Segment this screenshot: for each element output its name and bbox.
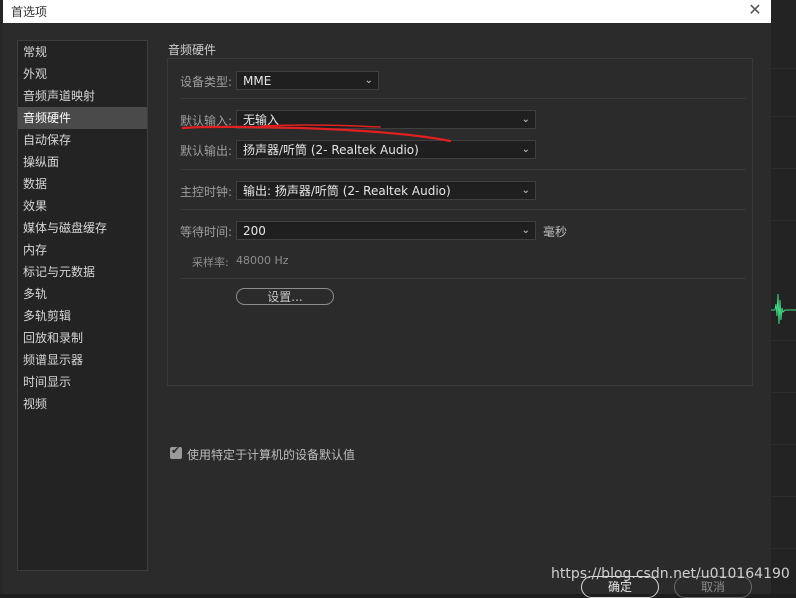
chevron-down-icon: ⌄ <box>521 225 530 236</box>
default-output-dropdown[interactable]: 扬声器/听筒 (2- Realtek Audio) ⌄ <box>236 140 536 159</box>
latency-label: 等待时间: <box>180 225 233 239</box>
sample-rate-value: 48000 Hz <box>236 254 289 267</box>
sidebar-item[interactable]: 常规 <box>18 41 147 63</box>
sidebar-item[interactable]: 外观 <box>18 63 147 85</box>
default-input-value: 无输入 <box>243 113 280 127</box>
sidebar-item[interactable]: 多轨剪辑 <box>18 305 147 327</box>
close-icon[interactable]: ✕ <box>747 0 763 22</box>
master-clock-label: 主控时钟: <box>180 185 233 199</box>
master-clock-dropdown[interactable]: 输出: 扬声器/听筒 (2- Realtek Audio) ⌄ <box>236 181 536 200</box>
chevron-down-icon: ⌄ <box>521 144 530 155</box>
latency-dropdown[interactable]: 200 ⌄ <box>236 221 536 240</box>
chevron-down-icon: ⌄ <box>364 75 373 86</box>
timeline-gridline <box>771 496 796 497</box>
divider <box>180 98 746 99</box>
sidebar-item[interactable]: 时间显示 <box>18 371 147 393</box>
section-title: 音频硬件 <box>168 43 217 57</box>
timeline-gridline <box>771 168 796 169</box>
watermark: https://blog.csdn.net/u010164190 <box>551 566 790 582</box>
latency-unit: 毫秒 <box>543 225 568 239</box>
sample-rate-label: 采样率: <box>192 256 229 269</box>
timeline-gridline <box>771 116 796 117</box>
chevron-down-icon: ⌄ <box>521 185 530 196</box>
default-output-label: 默认输出: <box>180 144 233 158</box>
audio-waveform <box>771 293 796 325</box>
sidebar-item[interactable]: 内存 <box>18 239 147 261</box>
divider <box>180 169 746 170</box>
sidebar-item[interactable]: 数据 <box>18 173 147 195</box>
sidebar-item[interactable]: 回放和录制 <box>18 327 147 349</box>
divider <box>180 278 746 279</box>
sidebar-item[interactable]: 标记与元数据 <box>18 261 147 283</box>
default-input-label: 默认输入: <box>180 114 233 128</box>
chevron-down-icon: ⌄ <box>521 114 530 125</box>
divider <box>180 209 746 210</box>
default-output-value: 扬声器/听筒 (2- Realtek Audio) <box>243 143 419 157</box>
checkmark-icon: ✔ <box>171 444 181 457</box>
sidebar-item[interactable]: 音频声道映射 <box>18 85 147 107</box>
timeline-gridline <box>771 548 796 549</box>
master-clock-value: 输出: 扬声器/听筒 (2- Realtek Audio) <box>243 184 451 198</box>
window-title: 首选项 <box>11 5 48 19</box>
sidebar-item[interactable]: 音频硬件 <box>18 107 147 129</box>
device-type-value: MME <box>243 74 272 88</box>
use-computer-defaults-checkbox[interactable]: ✔ <box>170 444 182 459</box>
timeline-gridline <box>771 392 796 393</box>
use-computer-defaults-label: 使用特定于计算机的设备默认值 <box>187 448 356 462</box>
device-type-label: 设备类型: <box>180 75 233 89</box>
timeline-gridline <box>771 68 796 69</box>
sidebar-item[interactable]: 自动保存 <box>18 129 147 151</box>
sidebar-item[interactable]: 媒体与磁盘缓存 <box>18 217 147 239</box>
sidebar-item[interactable]: 操纵面 <box>18 151 147 173</box>
background-app-panel <box>771 0 796 594</box>
timeline-gridline <box>771 444 796 445</box>
device-type-dropdown[interactable]: MME ⌄ <box>236 71 379 90</box>
sidebar-item[interactable]: 效果 <box>18 195 147 217</box>
default-input-dropdown[interactable]: 无输入 ⌄ <box>236 110 536 129</box>
preferences-category-list: 常规 外观 音频声道映射 音频硬件 自动保存 操纵面 数据 效果 媒体与磁盘缓存 内存 标记与元数据… <box>17 40 148 571</box>
sidebar-item[interactable]: 视频 <box>18 393 147 415</box>
sidebar-item[interactable]: 多轨 <box>18 283 147 305</box>
settings-button[interactable]: 设置... <box>236 288 334 305</box>
sidebar-item[interactable]: 频谱显示器 <box>18 349 147 371</box>
latency-value: 200 <box>243 224 266 238</box>
timeline-gridline <box>771 220 796 221</box>
timeline-gridline <box>771 340 796 341</box>
title-bar: 首选项 ✕ <box>3 0 771 23</box>
